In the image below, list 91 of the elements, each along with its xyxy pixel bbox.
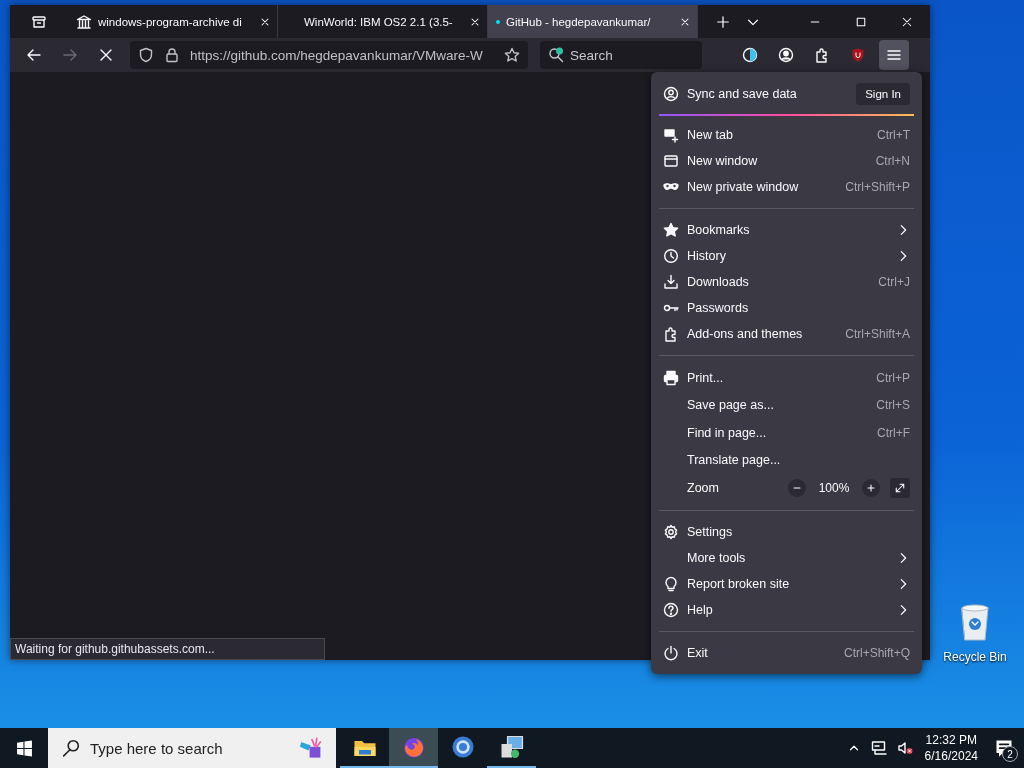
power-icon: [663, 645, 679, 661]
menu-item[interactable]: History: [659, 243, 914, 269]
search-field[interactable]: Search: [540, 41, 702, 69]
tab-title: windows-program-archive di: [98, 15, 243, 28]
maximize-icon: [855, 15, 867, 28]
menu-item[interactable]: New tab Ctrl+T: [659, 122, 914, 148]
shortcut-text: Ctrl+N: [875, 154, 910, 168]
menu-item[interactable]: Report broken site: [659, 571, 914, 597]
arrow-right-icon: [62, 47, 78, 63]
shield-icon: [138, 47, 154, 63]
menu-button[interactable]: [879, 40, 909, 70]
menu-item[interactable]: Translate page...: [659, 446, 914, 474]
shortcut-text: Ctrl+S: [876, 398, 910, 413]
account-icon: [663, 86, 679, 102]
gear-icon: [663, 524, 679, 540]
fox-logo-icon: [401, 735, 426, 759]
star-icon: [663, 222, 679, 238]
shortcut-text: Ctrl+Shift+Q: [843, 646, 910, 660]
zoom-out-button[interactable]: [788, 479, 806, 497]
status-text: Waiting for github.githubassets.com...: [10, 638, 325, 660]
sign-in-button[interactable]: Sign In: [856, 83, 910, 105]
window-icon: [663, 153, 679, 169]
help-icon: [663, 602, 679, 618]
puzzle-icon: [663, 326, 679, 342]
download-icon: [663, 274, 679, 290]
zoom-level: 100%: [817, 481, 851, 495]
zoom-label: Zoom: [687, 481, 720, 495]
menu-item[interactable]: New private window Ctrl+Shift+P: [659, 174, 914, 200]
menu-item[interactable]: Add-ons and themes Ctrl+Shift+A: [659, 321, 914, 347]
menu-icon: [886, 47, 902, 63]
close-icon: [901, 15, 913, 28]
clock[interactable]: 12:32 PM 6/16/2024: [918, 732, 984, 764]
search-placeholder: Type here to search: [90, 739, 224, 757]
browser-tab[interactable]: GitHub - hegdepavankumar/: [488, 5, 698, 38]
arrow-left-icon: [26, 47, 42, 63]
desktop-icon-label[interactable]: Recycle Bin: [943, 650, 1007, 664]
menu-item[interactable]: More tools: [659, 545, 914, 571]
lightbulb-icon: [663, 576, 679, 592]
search-icon: [62, 739, 80, 757]
speaker-muted-icon: [896, 740, 913, 756]
shortcut-text: Ctrl+Shift+P: [845, 180, 910, 194]
menu-item[interactable]: Downloads Ctrl+J: [659, 269, 914, 295]
shortcut-text: Ctrl+J: [878, 275, 910, 289]
clock-date: 6/16/2024: [924, 748, 978, 764]
search-icon: [548, 47, 564, 63]
archive-icon: [31, 13, 47, 30]
url-text: https://github.com/hegdepavankumar/VMware-W: [190, 47, 484, 63]
plus-icon: [716, 14, 730, 29]
menu-item[interactable]: Print... Ctrl+P: [659, 364, 914, 392]
address-bar[interactable]: https://github.com/hegdepavankumar/VMware-W: [130, 41, 528, 69]
menu-label: Sync and save data: [687, 87, 798, 101]
windows-logo-icon: [15, 739, 33, 757]
menu-item[interactable]: Save page as... Ctrl+S: [659, 391, 914, 419]
printer-icon: [663, 369, 679, 386]
building-icon: [76, 13, 92, 30]
shield-icon: [850, 47, 866, 63]
menu-item[interactable]: New window Ctrl+N: [659, 148, 914, 174]
loading-icon: [496, 19, 500, 24]
menu-item[interactable]: Settings: [659, 519, 914, 545]
installer-icon: [499, 735, 524, 759]
lock-icon: [164, 47, 180, 63]
tab-title: GitHub - hegdepavankumar/: [506, 15, 652, 28]
menu-item[interactable]: Find in page... Ctrl+F: [659, 419, 914, 447]
puzzle-icon: [814, 47, 830, 63]
network-icon: [870, 740, 887, 756]
shortcut-text: Ctrl+F: [877, 425, 910, 440]
notification-count: 2: [1002, 746, 1018, 762]
taskbar-search-field[interactable]: Type here to search: [48, 728, 336, 768]
expand-icon: [894, 482, 906, 494]
star-icon: [504, 47, 520, 63]
clock-time: 12:32 PM: [925, 732, 977, 748]
plus-icon: [865, 482, 877, 494]
menu-item[interactable]: Exit Ctrl+Shift+Q: [659, 640, 914, 666]
shortcut-text: Ctrl+T: [877, 128, 910, 142]
ring-icon: [450, 735, 475, 759]
account-icon: [778, 47, 794, 63]
fullscreen-button[interactable]: [890, 478, 910, 498]
tab-title: WinWorld: IBM OS2 2.1 (3.5-: [304, 15, 454, 28]
zoom-in-button[interactable]: [862, 479, 880, 497]
notifications-button[interactable]: 2: [984, 728, 1024, 768]
search-placeholder: Search: [570, 47, 613, 63]
new-tab-icon: [663, 127, 679, 143]
sync-menu-item[interactable]: Sync and save data Sign In: [659, 78, 914, 110]
menu-item[interactable]: Passwords: [659, 295, 914, 321]
menu-item[interactable]: Bookmarks: [659, 217, 914, 243]
shortcut-text: Ctrl+Shift+A: [845, 327, 910, 341]
clock-icon: [663, 248, 679, 264]
contrast-icon: [742, 47, 758, 63]
menu-item[interactable]: Help: [659, 597, 914, 623]
shortcut-text: Ctrl+P: [876, 370, 910, 385]
close-icon: [98, 47, 114, 63]
